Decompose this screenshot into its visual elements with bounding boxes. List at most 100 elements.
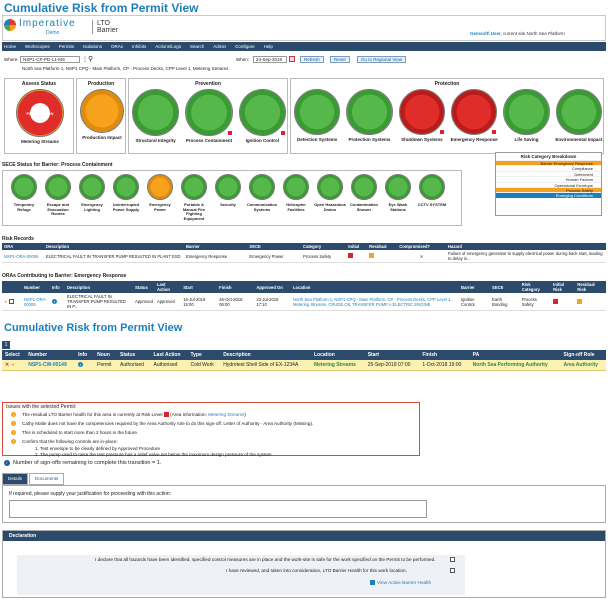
declaration-panel: Declaration I declare that all hazards h… <box>2 530 606 598</box>
where-input[interactable]: NSP1-CP-PD-L1-MS <box>20 56 80 63</box>
close-icon[interactable]: ✕ <box>5 362 9 368</box>
user-name[interactable]: Gemsoft\ User, <box>470 31 502 36</box>
nav-item-inhibits[interactable]: Inhibits <box>132 44 146 49</box>
declaration-checkbox-2[interactable] <box>450 568 455 573</box>
tab-documents[interactable]: Documents <box>29 473 65 485</box>
sece-label: CCTV SYSTEM <box>417 202 447 207</box>
detail-tabs: Details Documents <box>2 473 65 485</box>
sece-gauge-emergency-power[interactable] <box>147 174 173 200</box>
sece-gauge-emergency-lighting[interactable] <box>79 174 105 200</box>
view-barrier-health-link[interactable]: View Active Barrier Health <box>370 580 431 586</box>
sece-gauge-temporary-refuge[interactable] <box>11 174 37 200</box>
risk-marker <box>440 130 444 135</box>
location-link[interactable]: Metering Streams <box>310 360 365 371</box>
nav-item-workscopes[interactable]: Workscopes <box>25 44 50 49</box>
barrier-gauge-production-impact[interactable] <box>80 89 124 133</box>
column-header: Residual <box>367 243 398 250</box>
declaration-title: Declaration <box>9 533 37 539</box>
control-1: 1. Test envelope to be clearly defined b… <box>35 446 161 451</box>
barrier-gauge-metering-streams[interactable]: PRODUCTION <box>16 89 64 137</box>
ora-barrier-title: ORAs Contributing to Barrier: Emergency … <box>2 273 127 279</box>
barrier-gauge-protection-systems[interactable] <box>346 89 393 136</box>
barrier-gauge-process-containment[interactable] <box>185 89 233 137</box>
sece-gauge-eye-wash-stations[interactable] <box>385 174 411 200</box>
row-checkbox[interactable] <box>8 299 14 305</box>
sece-cell: Earth Bonding <box>490 293 520 311</box>
barrier-gauge-shutdown-systems[interactable] <box>398 89 445 136</box>
table-row[interactable]: ➤ NSP1-ORA-00006 i ELECTRICAL FAULT IN T… <box>2 293 606 311</box>
nav-item-home[interactable]: Home <box>4 44 16 49</box>
info-icon[interactable]: i <box>75 360 95 371</box>
info-icon[interactable]: i <box>50 293 65 311</box>
barrier-gauge-detection-systems[interactable] <box>294 89 341 136</box>
issues-title: Issues with the selected Permit: <box>6 404 77 410</box>
area-info-link[interactable]: Metering Streams <box>208 412 244 417</box>
nav-item-configure[interactable]: Configure <box>235 44 255 49</box>
barrier-label: Protection Systems <box>348 137 391 143</box>
column-header: Status <box>117 350 151 360</box>
column-header: Sign-off Role <box>560 350 606 360</box>
refresh-button[interactable]: Refresh <box>300 56 324 63</box>
reset-button[interactable]: Reset <box>330 56 350 63</box>
sece-gauge-portable---manual-fire-fighting-equipment[interactable] <box>181 174 207 200</box>
barrier-gauge-structural-integrity[interactable] <box>132 89 180 137</box>
when-label: When: <box>236 57 250 62</box>
start-cell: 25-Sep-2018 07:00 <box>364 360 420 371</box>
barrier-cell: Emergency Response <box>184 250 248 263</box>
barrier-gauge-ignition-control[interactable] <box>238 89 286 137</box>
table-row[interactable]: ✕ ➜ NSP1-CW-00149 i Permit Authorised Au… <box>2 360 606 371</box>
nav-item-permits[interactable]: Permits <box>59 44 74 49</box>
location-link[interactable]: North Sea Platform 1, NSP1 CPQ - Main Pl… <box>290 293 459 311</box>
nav-item-admin[interactable]: Admin <box>213 44 226 49</box>
ora-link[interactable]: NSP1-ORA-00006 <box>2 250 44 263</box>
logo: Imperative Demo LTO Barrier <box>4 17 130 39</box>
barrier-gauge-life-saving[interactable] <box>503 89 550 136</box>
sece-gauge-contamination-shower[interactable] <box>351 174 377 200</box>
search-icon[interactable]: ⚲ <box>88 55 93 63</box>
residual-risk <box>367 250 398 263</box>
sece-label: Temporary Refuge <box>13 202 35 212</box>
justification-textarea[interactable] <box>9 500 427 518</box>
start-cell: 15-Jul-2018 15:00 <box>181 293 218 311</box>
calendar-icon[interactable] <box>289 56 295 62</box>
count-badge: 1 <box>2 341 10 349</box>
nav-item-oras[interactable]: ORAs <box>111 44 123 49</box>
barrier-gauge-environmental-impact[interactable] <box>555 89 602 136</box>
sece-gauge-uninterrupted-power-supply[interactable] <box>113 174 139 200</box>
sece-gauge-open-hazardous-drains[interactable] <box>317 174 343 200</box>
go-regional-button[interactable]: Go to Regional View <box>357 56 406 63</box>
barrier-panel: Production Production Impact <box>76 78 126 154</box>
nav-item-search[interactable]: Search <box>190 44 204 49</box>
barrier-panel: Prevention Structural Integrity Process Co… <box>128 78 288 154</box>
user-info: Gemsoft\ User, current site North Sea Pl… <box>470 31 565 36</box>
sece-gauge-cctv-system[interactable] <box>419 174 445 200</box>
declaration-checkbox-1[interactable] <box>450 557 455 562</box>
ora-description: ELECTRICAL FAULT IN TRANSFER PUMP RESULT… <box>44 250 184 263</box>
nav-item-isolations[interactable]: Isolations <box>83 44 102 49</box>
sece-gauge-communication-systems[interactable] <box>249 174 275 200</box>
nav-item-help[interactable]: Help <box>264 44 273 49</box>
barrier-gauge-emergency-response[interactable] <box>451 89 498 136</box>
column-header: ORA <box>2 243 44 250</box>
ora-number-link[interactable]: NSP1-ORA-00006 <box>22 293 50 311</box>
arrow-right-icon[interactable]: ➜ <box>11 362 15 368</box>
sece-gauge-helicopter-facilities[interactable] <box>283 174 309 200</box>
column-header: Last Action <box>154 281 182 293</box>
nav-item-actions-logs[interactable]: Actions/Logs <box>155 44 181 49</box>
column-header: Status <box>133 281 155 293</box>
status-cell: Authorised <box>117 360 151 371</box>
barrier-label: Shutdown Systems <box>401 137 443 143</box>
sece-gauge-security[interactable] <box>215 174 241 200</box>
barrier-panel-title: Production <box>87 81 115 87</box>
expand-arrow-icon[interactable]: ➤ <box>4 299 8 304</box>
column-header: PA <box>469 350 561 360</box>
ora-barrier-table: Number Info Description Status Last Action St… <box>2 281 606 311</box>
sece-gauge-escape-and-evacuation-routes[interactable] <box>45 174 71 200</box>
initial-risk <box>346 250 368 263</box>
permit-number-link[interactable]: NSP1-CW-00149 <box>25 360 76 371</box>
when-input[interactable]: 24-Sep-2018 <box>253 56 287 63</box>
declaration-line-1: I declare that all hazards have been ide… <box>95 557 436 562</box>
tab-details[interactable]: Details <box>2 473 29 485</box>
signoffs-remaining: i Number of sign-offs remaining to comple… <box>4 460 161 466</box>
table-row[interactable]: NSP1-ORA-00006 ELECTRICAL FAULT IN TRANS… <box>2 250 606 263</box>
